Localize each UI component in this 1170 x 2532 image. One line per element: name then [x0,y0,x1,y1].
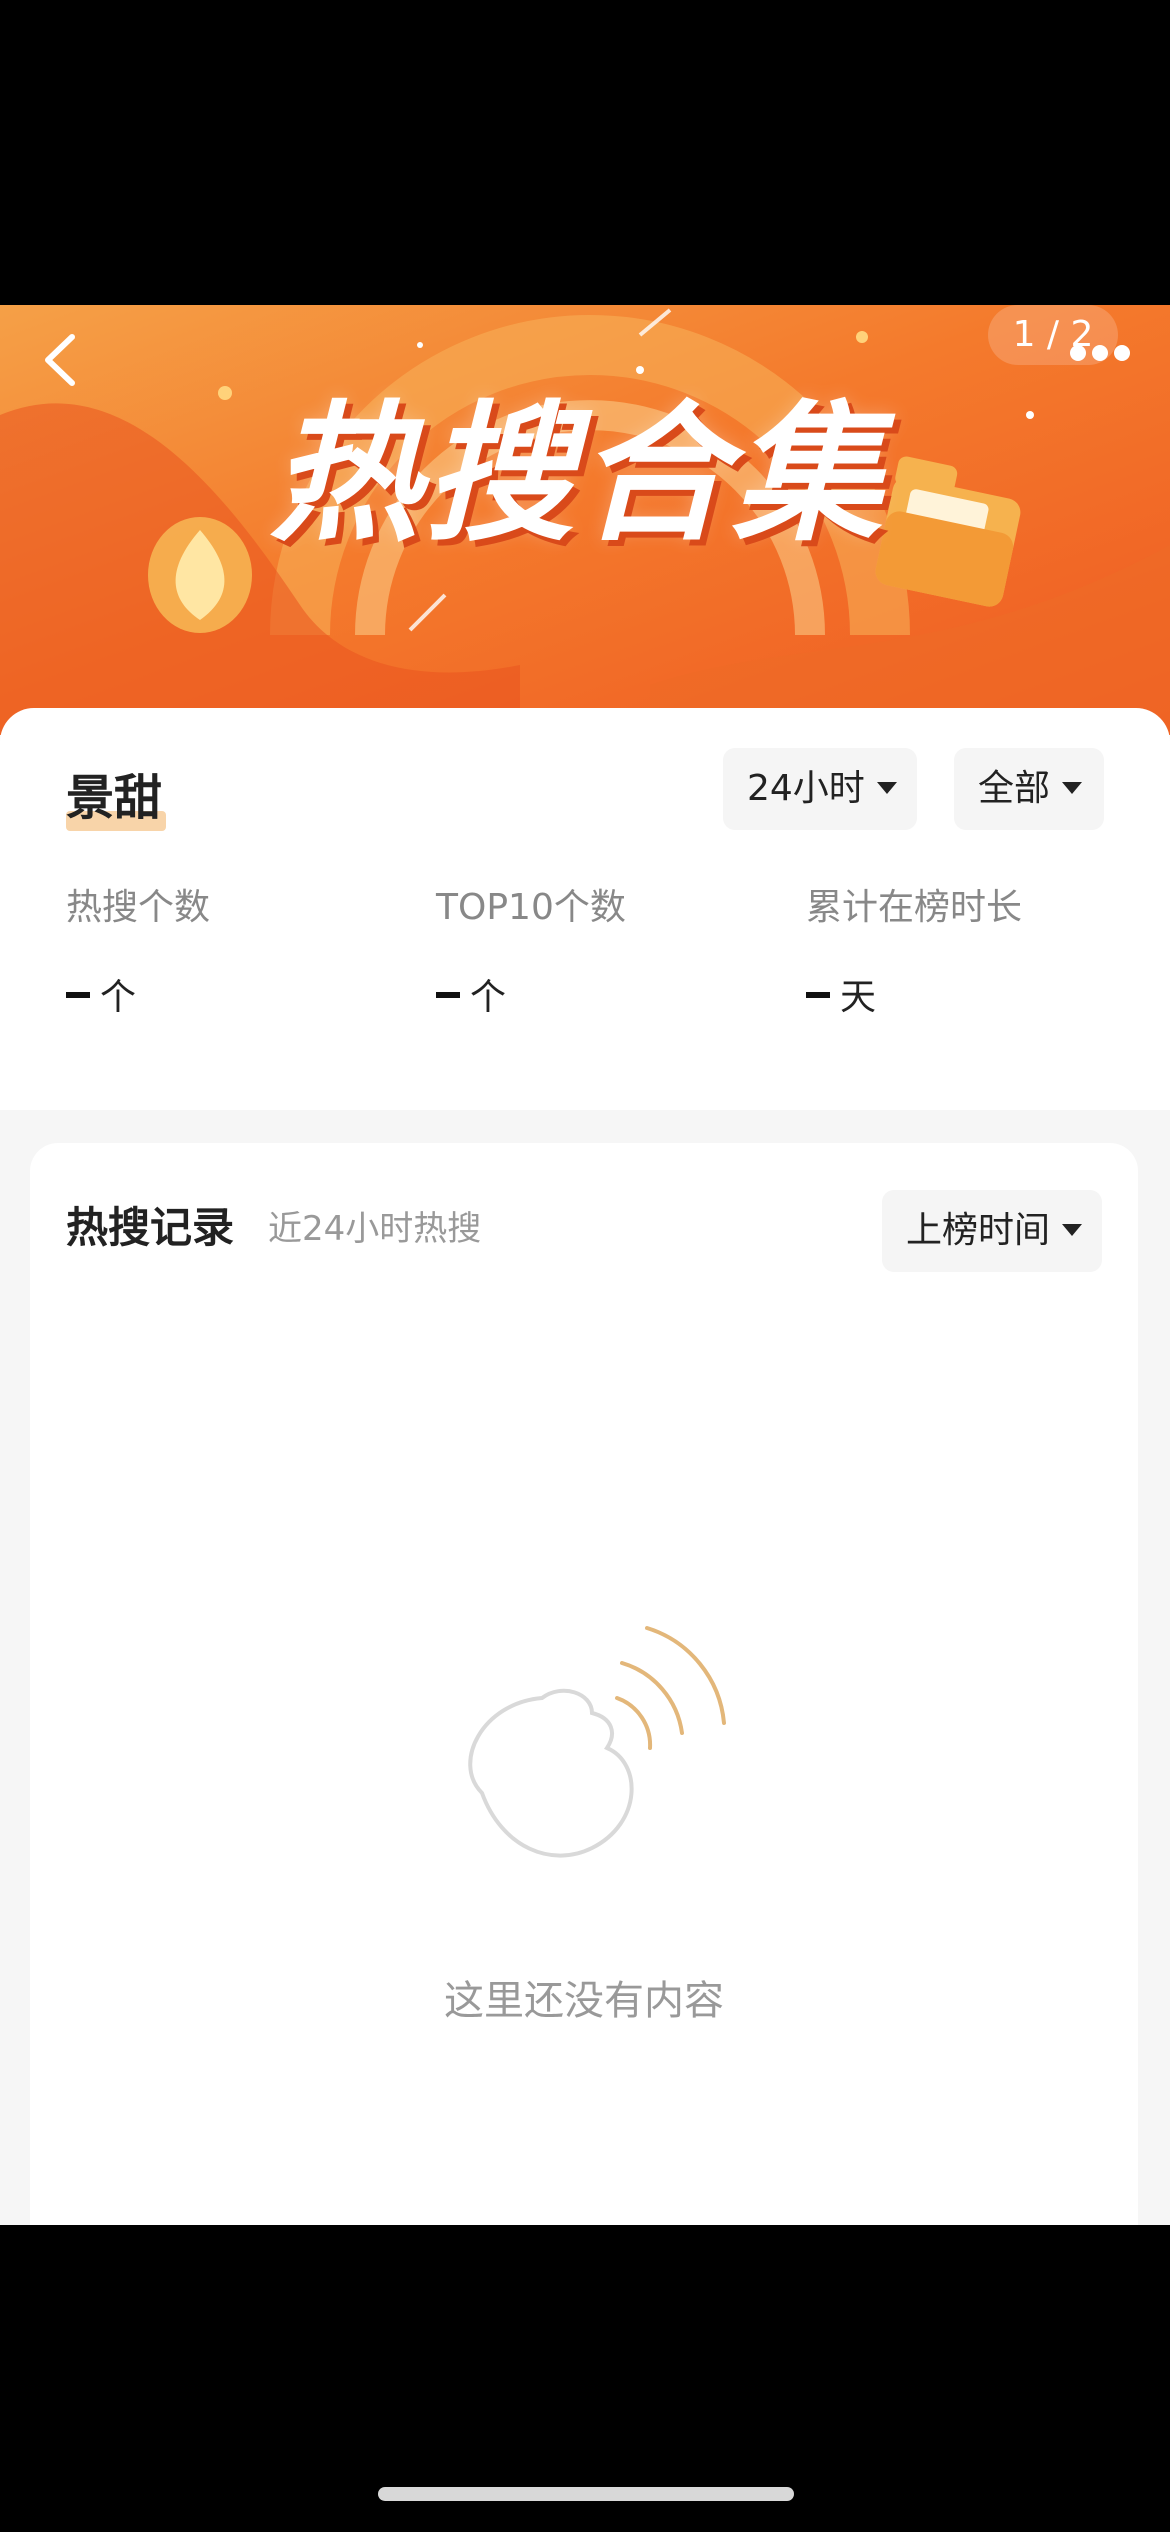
stat-label: TOP10个数 [436,887,626,928]
banner: 热搜合集 1 / 2 [0,305,1170,735]
empty-state-text: 这里还没有内容 [444,1978,724,2024]
records-title: 热搜记录 [66,1203,235,1252]
time-range-label: 24小时 [747,768,865,809]
sort-dropdown[interactable]: 上榜时间 [882,1190,1102,1272]
empty-value-dash [806,991,830,998]
stats-card: 景甜 24小时 全部 热搜个数 个 TOP10个数 个 累计在榜时长 天 [0,708,1170,1110]
scope-dropdown[interactable]: 全部 [954,748,1104,830]
stat-label: 热搜个数 [66,887,211,928]
records-card: 热搜记录 近24小时热搜 上榜时间 这里还没有内容 [30,1143,1138,2225]
caret-down-icon [876,782,897,794]
caret-down-icon [1062,782,1083,794]
stat-top10-count: TOP10个数 个 [436,883,626,1023]
stat-label: 累计在榜时长 [806,887,1023,928]
records-subtitle: 近24小时热搜 [268,1209,482,1249]
stat-total-duration: 累计在榜时长 天 [806,883,1022,1023]
sort-label: 上榜时间 [906,1210,1051,1251]
stat-unit: 个 [100,977,137,1018]
stat-value: 个 [66,973,210,1023]
hot-search-collection-page: 热搜合集 1 / 2 景甜 24小时 全部 热搜个数 个 TOP10个数 个 累… [0,305,1170,2225]
chevron-left-icon [45,334,75,386]
stat-hot-search-count: 热搜个数 个 [66,883,210,1023]
scope-label: 全部 [978,768,1051,809]
empty-value-dash [66,991,90,998]
time-range-dropdown[interactable]: 24小时 [723,748,917,830]
stat-value: 个 [436,973,626,1023]
more-horizontal-icon [1070,345,1086,361]
back-button[interactable] [30,325,100,395]
stat-unit: 天 [840,977,877,1018]
stat-unit: 个 [470,977,507,1018]
more-button[interactable] [1070,345,1140,375]
celebrity-name: 景甜 [66,770,163,826]
celebrity-name-wrap: 景甜 [66,763,166,833]
empty-state-icon [468,1626,726,1858]
stat-value: 天 [806,973,1022,1023]
banner-title: 热搜合集 [270,388,887,562]
empty-value-dash [436,991,460,998]
home-indicator [378,2487,794,2501]
caret-down-icon [1062,1224,1083,1236]
